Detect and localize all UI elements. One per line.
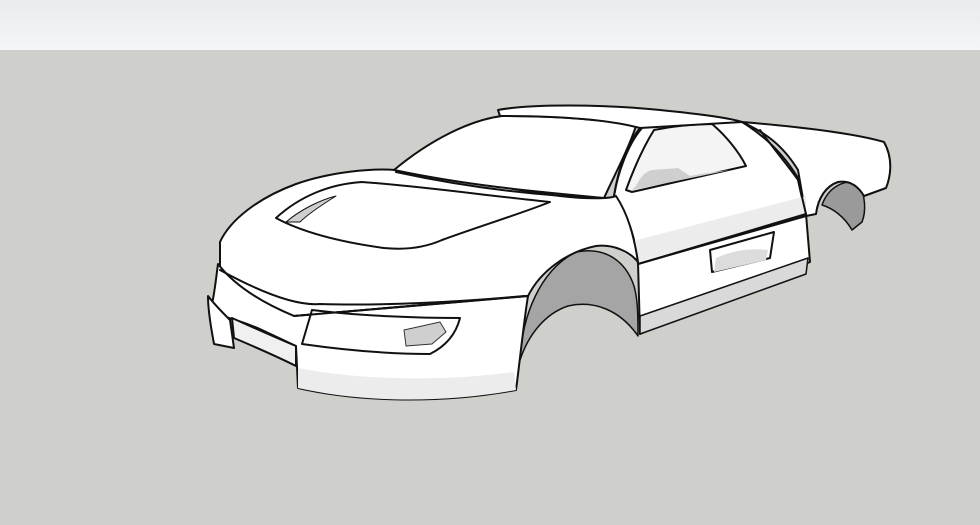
car-body-model[interactable]	[0, 0, 980, 525]
3d-model-viewport[interactable]	[0, 0, 980, 525]
